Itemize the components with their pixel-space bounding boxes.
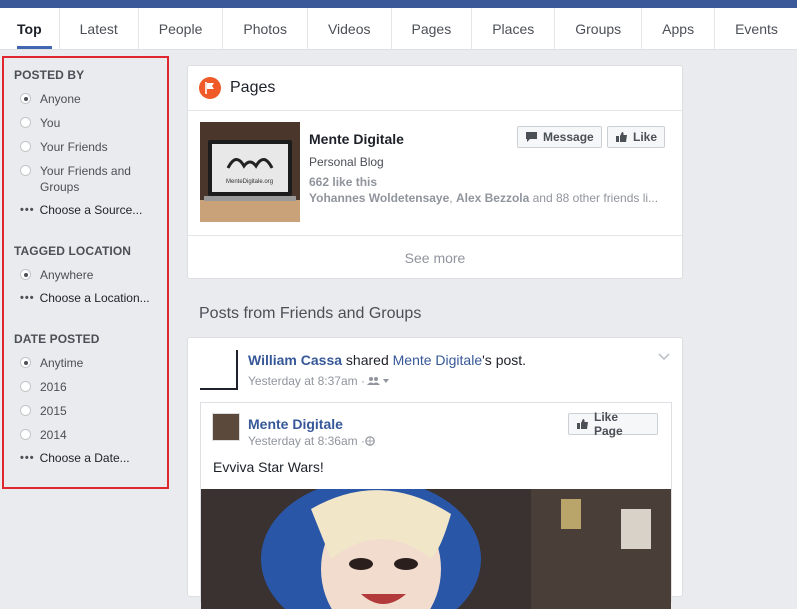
choose-source-link[interactable]: ••• Choose a Source... [20,203,142,217]
radio-checked-icon [20,357,31,368]
option-label: Anytime [40,356,84,370]
shared-post: Mente Digitale Yesterday at 8:36am · Lik… [200,402,672,609]
option-label: You [40,116,61,130]
post-options-chevron-icon[interactable] [658,350,670,364]
flag-icon [199,77,221,99]
tab-events[interactable]: Events [715,8,797,49]
globe-icon [365,436,375,446]
option-label: 2015 [40,404,67,418]
choose-label: Choose a Location... [39,291,150,305]
post-timestamp[interactable]: Yesterday at 8:37am · [248,374,365,388]
friend-name-link[interactable]: Alex Bezzola [456,191,529,205]
shared-post-timestamp[interactable]: Yesterday at 8:36am · [248,434,365,448]
shared-post-text: Evviva Star Wars! [213,459,324,475]
see-more-label: See more [404,250,466,266]
radio-icon [20,429,31,440]
more-dots-icon: ••• [20,204,35,216]
thumbs-up-icon [577,419,588,429]
post-action-text: shared [342,352,393,368]
friends-audience-icon[interactable] [366,376,389,386]
page-friends-like-text: Yohannes Woldetensaye, Alex Bezzola and … [309,191,665,205]
page-like-count: 662 like this [309,175,378,189]
option-label: Your Friends [40,140,108,154]
radio-icon [20,117,31,128]
radio-icon [20,381,31,392]
separator: , [449,191,456,205]
page-thumbnail[interactable]: MenteDigitale.org [200,122,300,222]
tab-pages[interactable]: Pages [392,8,473,49]
radio-checked-icon [20,269,31,280]
post-card: William Cassa shared Mente Digitale's po… [187,337,683,609]
shared-page-name-link[interactable]: Mente Digitale [248,416,343,432]
shared-page-avatar[interactable] [212,413,240,441]
date-posted-heading: DATE POSTED [14,332,100,346]
message-label: Message [543,130,594,144]
search-filter-tabs: Top Latest People Photos Videos Pages Pl… [0,8,797,50]
filter-option-2016[interactable]: 2016 [20,379,160,395]
message-icon [526,132,537,142]
like-page-button[interactable]: Like [607,126,665,148]
shared-post-meta: Yesterday at 8:36am · [248,434,375,448]
pages-results-card: Pages MenteDigitale.org Mente Digitale P… [187,65,683,279]
post-header: William Cassa shared Mente Digitale's po… [248,352,526,368]
radio-icon [20,405,31,416]
post-suffix-text: 's post. [482,352,527,368]
others-text: and 88 other friends li... [529,191,659,205]
tagged-location-heading: TAGGED LOCATION [14,244,132,258]
filter-option-friends-and-groups[interactable]: Your Friends and Groups [20,163,142,195]
search-filters-panel: POSTED BY Anyone You Your Friends Your F… [2,56,169,489]
shared-post-photo[interactable] [201,489,671,609]
filter-option-anywhere[interactable]: Anywhere [20,267,160,283]
tab-top[interactable]: Top [0,8,60,49]
posted-by-heading: POSTED BY [14,68,85,82]
like-label: Like [632,130,657,144]
tab-people[interactable]: People [139,8,224,49]
choose-location-link[interactable]: ••• Choose a Location... [20,291,150,305]
option-label: 2016 [40,380,67,394]
shared-like-page-button[interactable]: Like Page [568,410,658,438]
author-avatar[interactable] [200,350,238,390]
radio-checked-icon [20,93,31,104]
filter-option-you[interactable]: You [20,115,160,131]
friend-name-link[interactable]: Yohannes Woldetensaye [309,191,449,205]
top-bar-strip [0,0,797,8]
post-author-link[interactable]: William Cassa [248,352,342,368]
choose-label: Choose a Date... [39,451,130,465]
thumbs-up-icon [615,132,627,142]
tab-latest[interactable]: Latest [60,8,139,49]
like-page-label: Like Page [594,410,623,438]
thumbnail-caption: MenteDigitale.org [226,179,274,185]
pages-card-header: Pages [188,66,682,111]
radio-icon [20,165,31,176]
radio-icon [20,141,31,152]
more-dots-icon: ••• [20,292,35,304]
choose-label: Choose a Source... [39,203,143,217]
filter-option-2015[interactable]: 2015 [20,403,160,419]
post-meta: Yesterday at 8:37am · [248,374,389,388]
page-name-link[interactable]: Mente Digitale [309,131,404,147]
tab-places[interactable]: Places [472,8,556,49]
filter-option-anytime[interactable]: Anytime [20,355,160,371]
page-category: Personal Blog [309,155,384,169]
posts-section-heading: Posts from Friends and Groups [199,305,422,322]
pages-card-title: Pages [230,79,276,96]
tab-groups[interactable]: Groups [555,8,643,49]
choose-date-link[interactable]: ••• Choose a Date... [20,451,130,465]
option-label: Anywhere [40,268,94,282]
filter-option-your-friends[interactable]: Your Friends [20,139,160,155]
filter-option-2014[interactable]: 2014 [20,427,160,443]
shared-page-link[interactable]: Mente Digitale [393,352,483,368]
option-label: 2014 [40,428,67,442]
more-dots-icon: ••• [20,452,35,464]
message-button[interactable]: Message [517,126,602,148]
option-label: Your Friends and Groups [40,164,131,194]
filter-option-anyone[interactable]: Anyone [20,91,160,107]
tab-photos[interactable]: Photos [223,8,308,49]
tab-videos[interactable]: Videos [308,8,392,49]
see-more-pages-link[interactable]: See more [188,235,682,280]
tab-apps[interactable]: Apps [642,8,716,49]
option-label: Anyone [40,92,81,106]
